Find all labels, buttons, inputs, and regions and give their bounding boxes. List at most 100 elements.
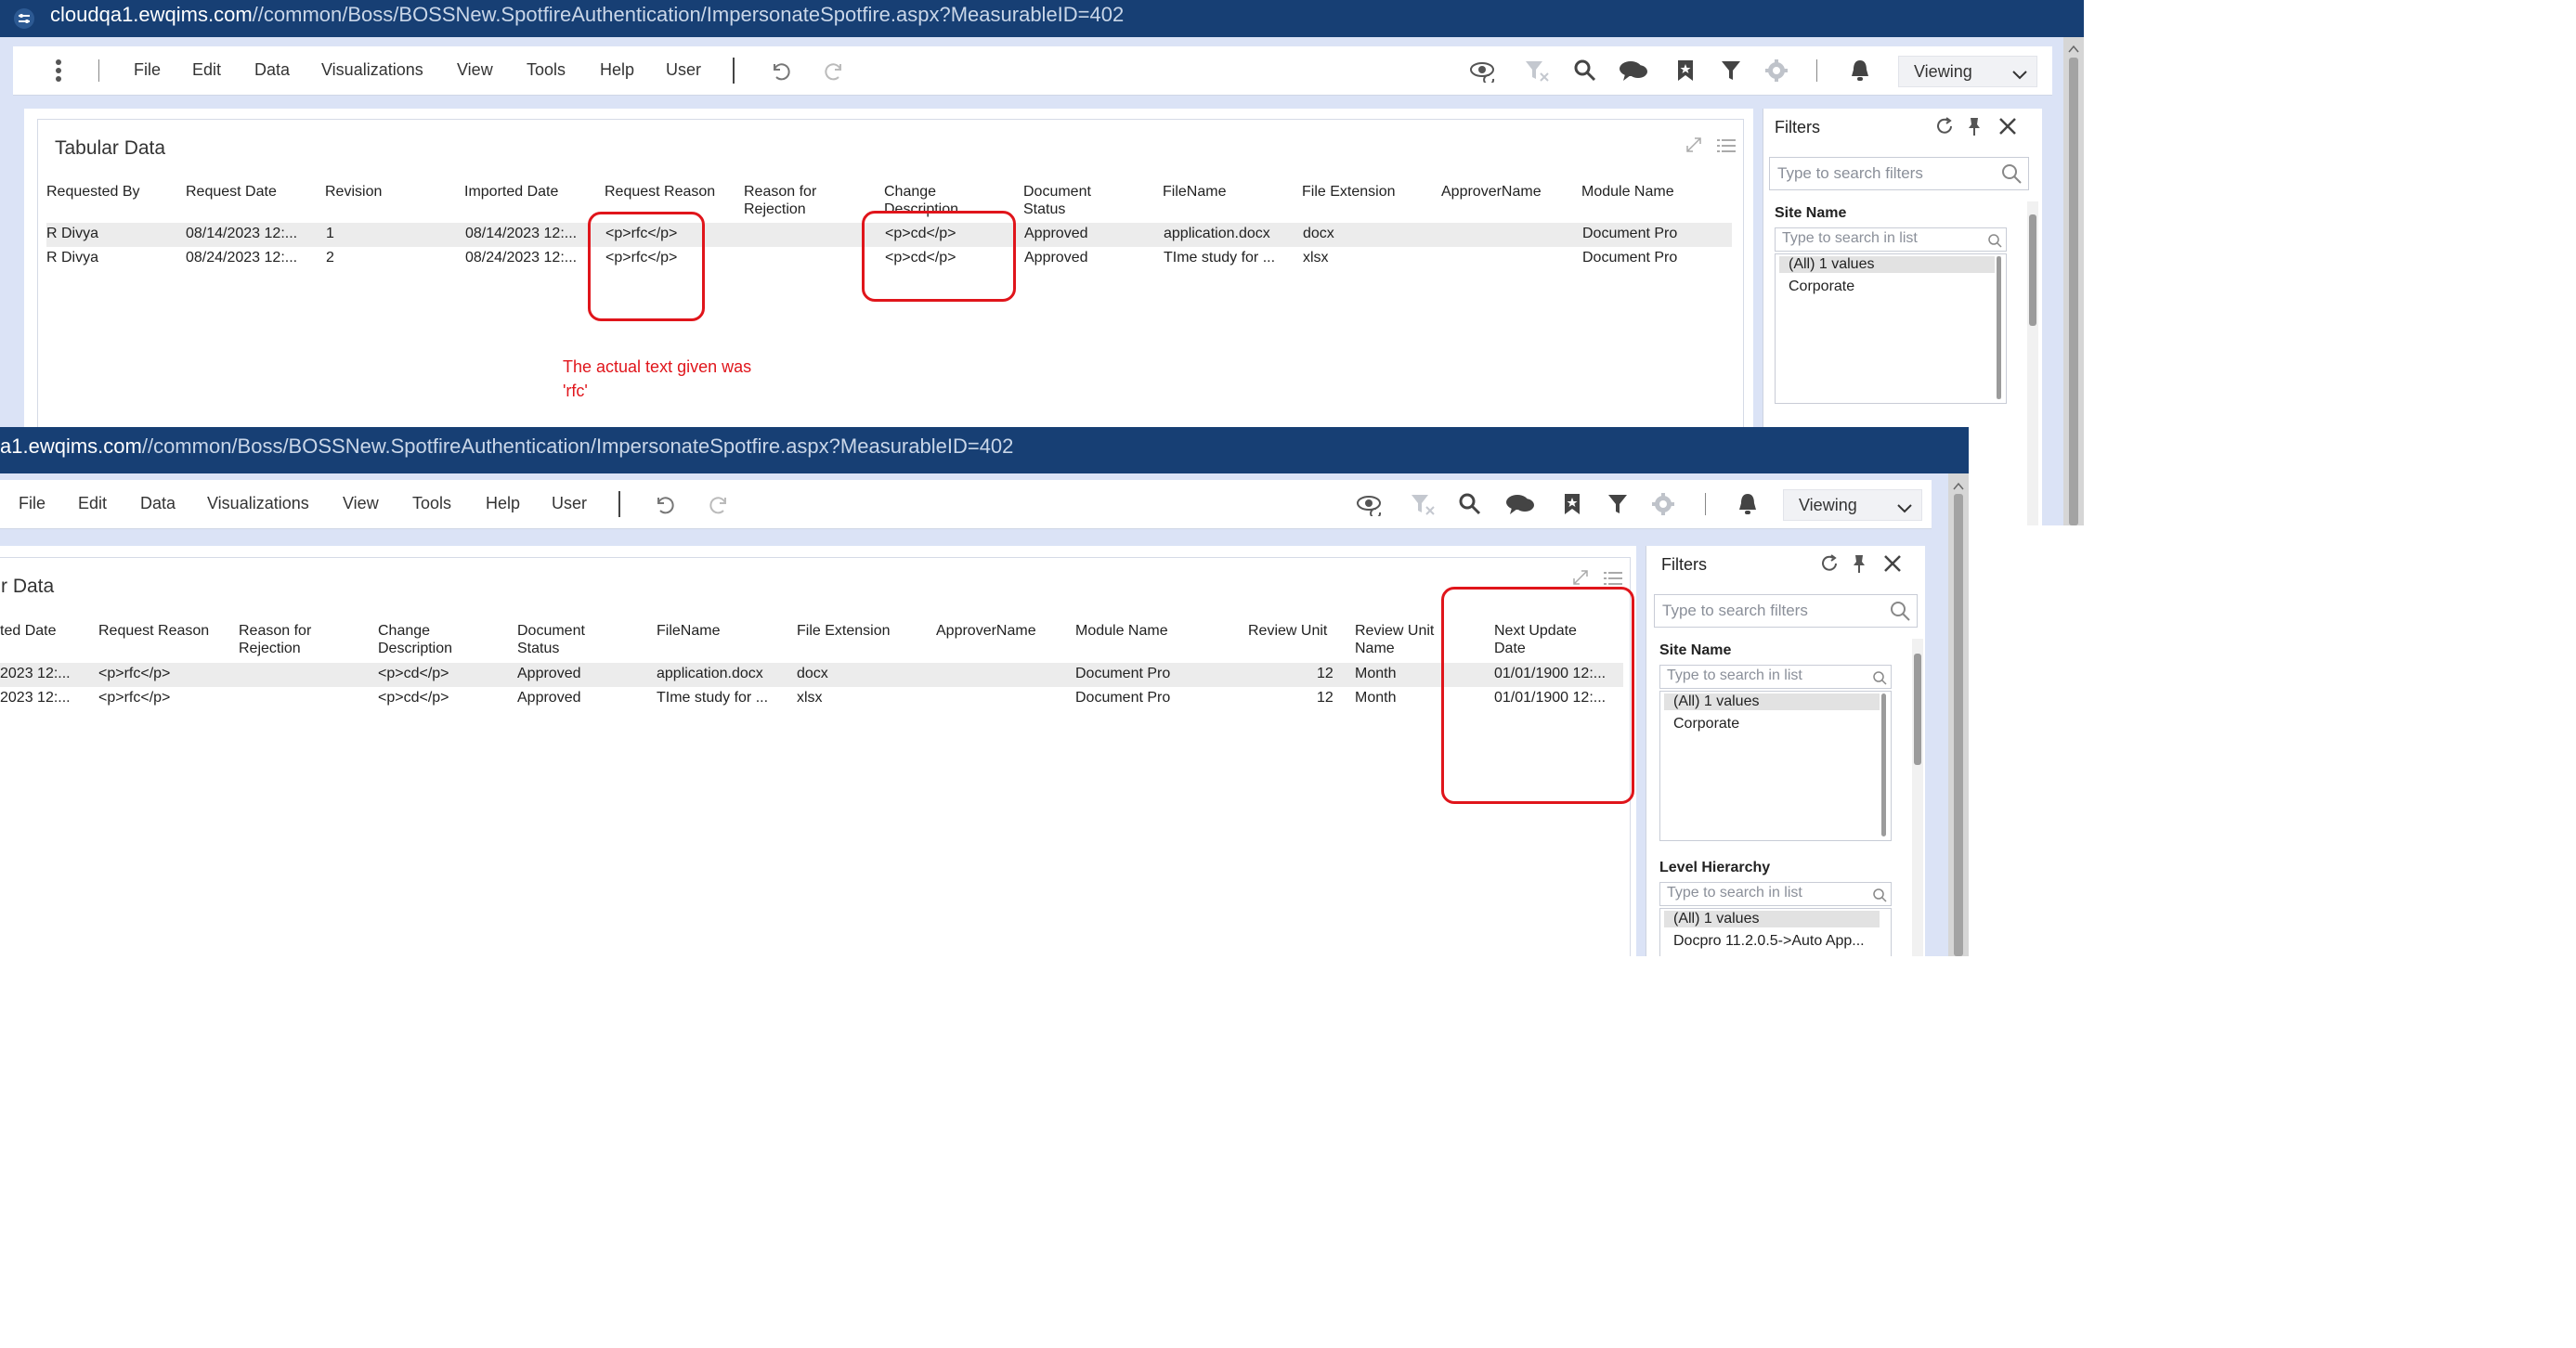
table-cell: Approved [1024,226,1088,241]
search-icon[interactable] [1573,58,1597,87]
column-header[interactable]: Requested By [46,183,140,201]
column-header[interactable]: Change Description [378,622,452,657]
menu-file[interactable]: File [134,60,161,80]
filter-search-input[interactable]: Type to search filters [1654,594,1918,628]
site-settings-icon[interactable] [13,7,35,30]
column-header[interactable]: Review Unit [1248,622,1327,640]
page-scroll-thumb[interactable] [2069,58,2078,525]
menu-view[interactable]: View [343,494,379,513]
settings-gear-icon[interactable] [1764,58,1789,87]
reset-filters-icon[interactable] [1934,116,1955,141]
redo-icon[interactable] [823,58,847,87]
column-header[interactable]: FileName [1163,183,1226,201]
notifications-bell-icon[interactable] [1737,492,1759,521]
column-header[interactable]: Module Name [1075,622,1168,640]
menu-file[interactable]: File [19,494,46,513]
menu-edit[interactable]: Edit [78,494,107,513]
filter-icon[interactable] [1607,492,1629,521]
visibility-icon[interactable] [1469,58,1497,87]
column-header[interactable]: Request Date [186,183,277,201]
bookmark-icon[interactable] [1562,492,1582,521]
close-icon[interactable] [1997,116,2018,141]
column-header[interactable]: Request Reason [98,622,209,640]
pin-icon[interactable] [1851,553,1867,578]
column-header[interactable]: File Extension [797,622,891,640]
scroll-up-icon[interactable] [1953,478,1964,495]
filter-icon[interactable] [1720,58,1742,87]
clear-filter-icon[interactable] [1524,58,1550,87]
search-icon[interactable] [1458,492,1482,521]
column-header[interactable]: Imported Date [464,183,558,201]
undo-icon[interactable] [768,58,792,87]
list-scroll-thumb[interactable] [1881,693,1886,836]
column-header[interactable]: FileName [657,622,720,640]
redo-icon[interactable] [708,492,732,521]
comments-icon[interactable] [1504,492,1536,521]
address-bar[interactable]: a1.ewqims.com//common/Boss/BOSSNew.Spotf… [0,427,1969,473]
undo-icon[interactable] [652,492,676,521]
filter-search-input[interactable]: Type to search filters [1769,157,2029,190]
column-header[interactable]: ApproverName [936,622,1036,640]
close-icon[interactable] [1882,553,1903,578]
address-bar[interactable]: cloudqa1.ewqims.com//common/Boss/BOSSNew… [0,0,2084,37]
column-header[interactable]: ApproverName [1441,183,1542,201]
column-header[interactable]: Reason for Rejection [239,622,311,657]
column-header[interactable]: Request Reason [605,183,715,201]
table-cell: 2023 12:... [0,666,71,681]
list-item-corporate[interactable]: Corporate [1673,716,1739,732]
list-view-icon[interactable] [1717,138,1736,158]
bookmark-icon[interactable] [1675,58,1696,87]
column-header[interactable]: File Extension [1302,183,1396,201]
column-header[interactable]: Reason for Rejection [744,183,816,218]
list-item-level[interactable]: Docpro 11.2.0.5->Auto App... [1673,933,1865,950]
filters-title: Filters [1661,555,1707,574]
menu-data[interactable]: Data [254,60,290,80]
scroll-up-icon[interactable] [2068,41,2079,58]
reset-filters-icon[interactable] [1819,553,1840,578]
menu-help[interactable]: Help [486,494,520,513]
menu-view[interactable]: View [457,60,493,80]
table-cell: docx [1303,226,1334,241]
site-list-search-input[interactable]: Type to search in list [1775,227,2007,252]
list-item-all[interactable]: (All) 1 values [1664,693,1880,710]
settings-gear-icon[interactable] [1651,492,1675,521]
site-list-search-input[interactable]: Type to search in list [1659,665,1892,689]
column-header[interactable]: Revision [325,183,382,201]
menu-user[interactable]: User [552,494,587,513]
column-header[interactable]: Document Status [1023,183,1091,218]
site-name-list: (All) 1 values Corporate [1659,691,1892,841]
column-header[interactable]: ted Date [0,622,56,640]
column-header[interactable]: Review Unit Name [1355,622,1434,657]
viewing-mode-dropdown[interactable]: Viewing [1783,489,1922,521]
menu-visualizations[interactable]: Visualizations [321,60,423,80]
menu-help[interactable]: Help [600,60,634,80]
page-scroll-thumb[interactable] [1954,494,1963,956]
list-scroll-thumb[interactable] [1997,256,2001,399]
list-item-all[interactable]: (All) 1 values [1779,256,1995,273]
list-item-all[interactable]: (All) 1 values [1664,911,1880,927]
menu-edit[interactable]: Edit [192,60,221,80]
visibility-icon[interactable] [1356,492,1384,521]
column-header[interactable]: Document Status [517,622,585,657]
menu-user[interactable]: User [666,60,701,80]
table-cell: xlsx [797,690,823,706]
filter-search-placeholder: Type to search filters [1777,164,1923,182]
clear-filter-icon[interactable] [1410,492,1436,521]
more-options-icon[interactable] [54,58,63,84]
maximize-icon[interactable] [1685,136,1702,158]
column-header[interactable]: Module Name [1581,183,1674,201]
menu-tools[interactable]: Tools [527,60,566,80]
filters-scroll-thumb[interactable] [1914,654,1921,765]
url-host: a1.ewqims.com [0,434,142,458]
filters-scroll-thumb[interactable] [2029,214,2036,326]
menu-toolbar: File Edit Data Visualizations View Tools… [0,480,1932,529]
menu-visualizations[interactable]: Visualizations [207,494,309,513]
notifications-bell-icon[interactable] [1849,58,1871,87]
comments-icon[interactable] [1618,58,1649,87]
viewing-mode-dropdown[interactable]: Viewing [1898,56,2037,87]
menu-data[interactable]: Data [140,494,176,513]
level-list-search-input[interactable]: Type to search in list [1659,882,1892,906]
pin-icon[interactable] [1966,116,1983,141]
menu-tools[interactable]: Tools [412,494,451,513]
list-item-corporate[interactable]: Corporate [1789,279,1854,295]
